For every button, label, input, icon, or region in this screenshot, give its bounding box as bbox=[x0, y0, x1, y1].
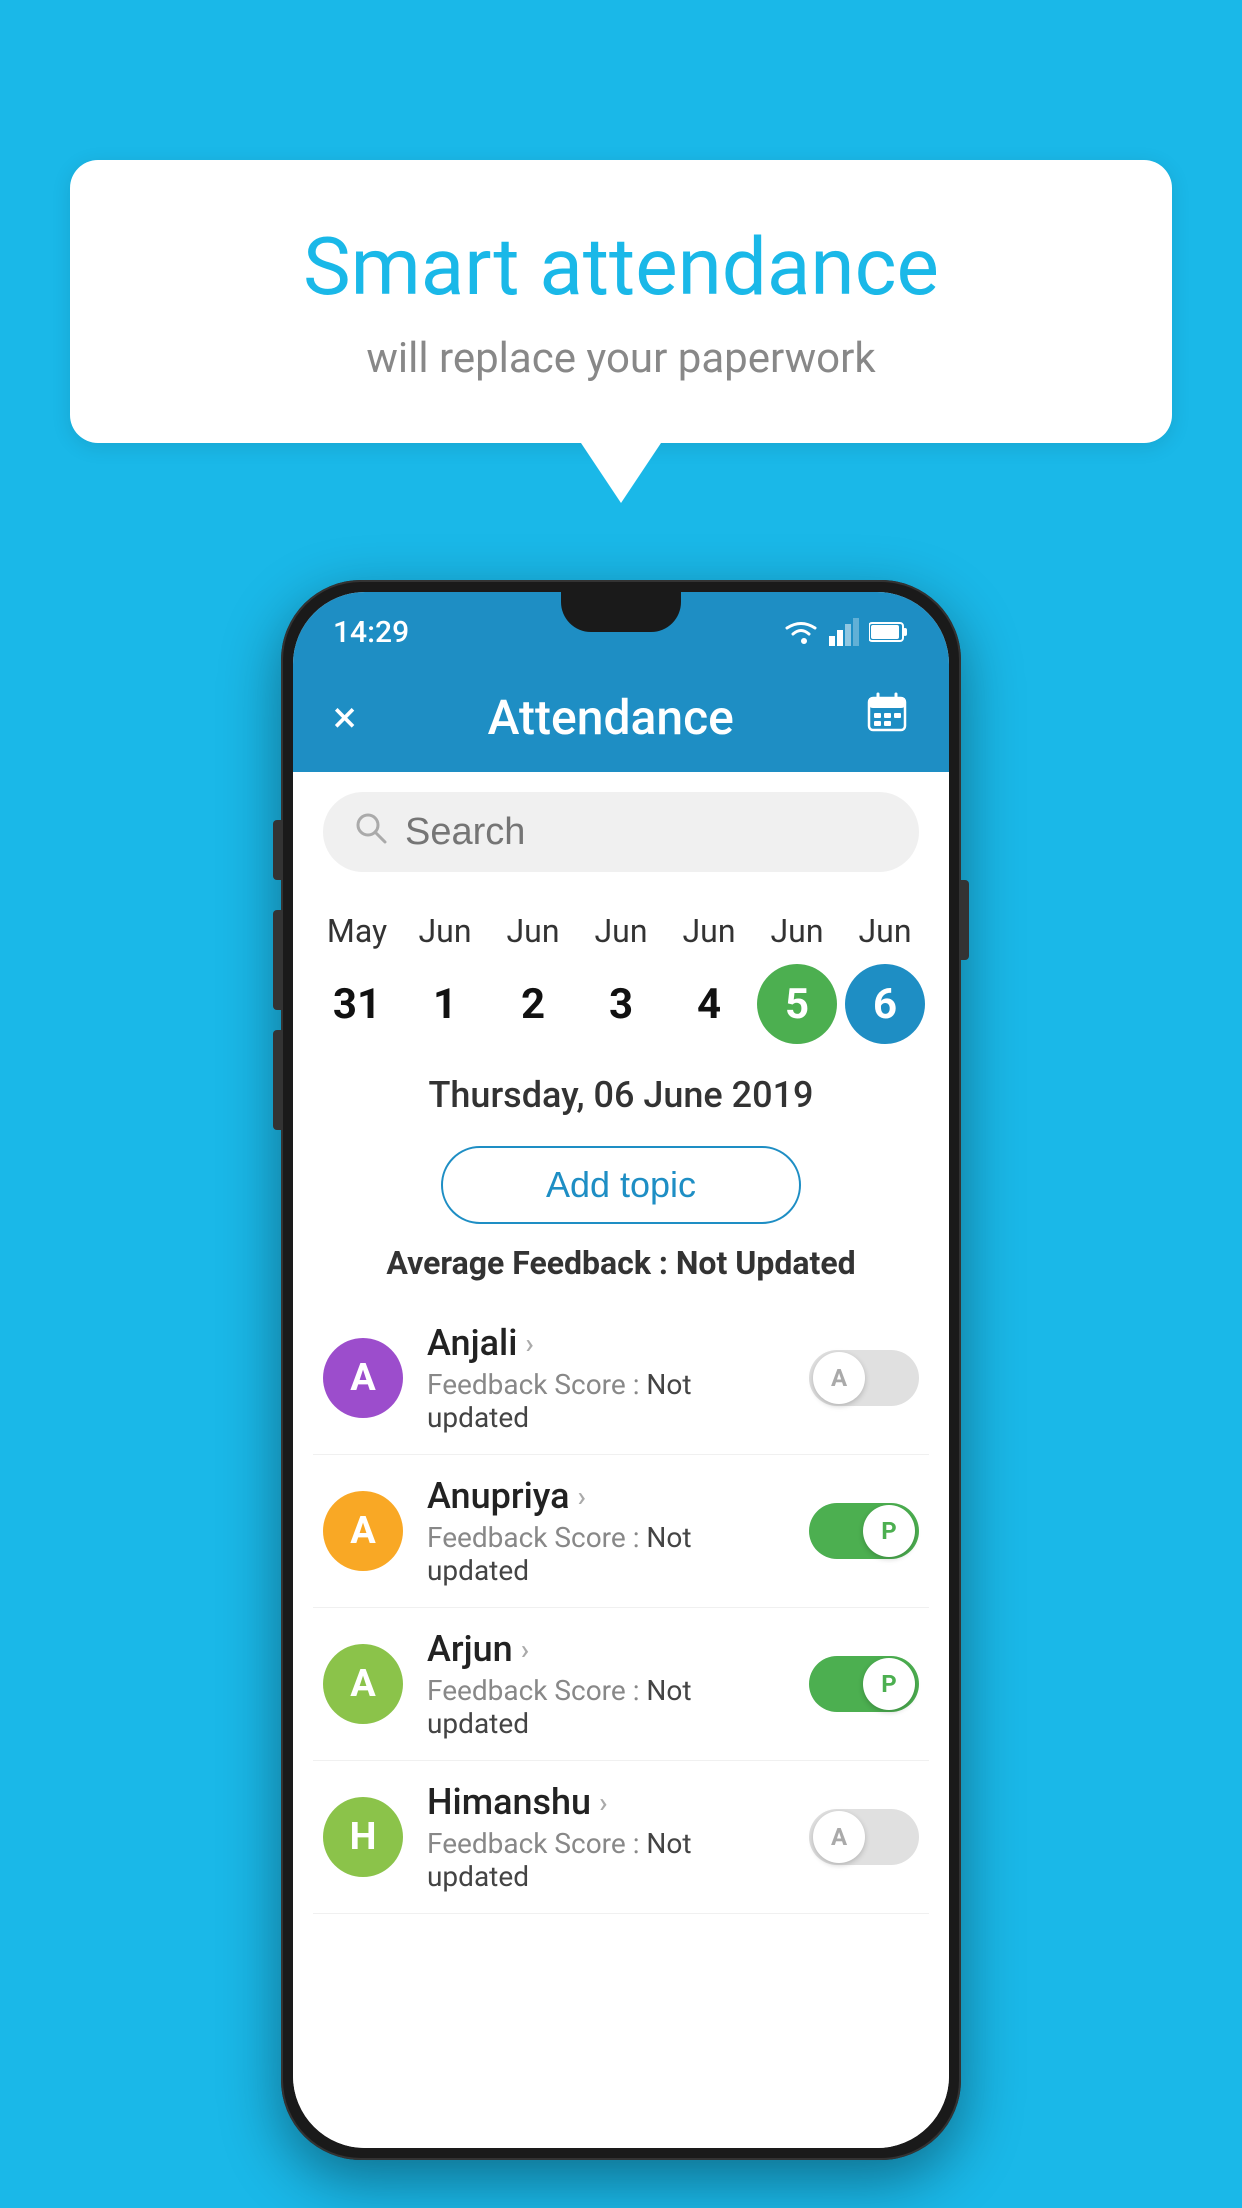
phone-mute-button bbox=[273, 820, 281, 880]
student-item[interactable]: A Anupriya ›Feedback Score : Not updated P bbox=[313, 1455, 929, 1608]
status-icons bbox=[783, 617, 909, 647]
student-avatar: A bbox=[323, 1491, 403, 1571]
cal-month-label: Jun bbox=[595, 912, 648, 950]
student-avatar: H bbox=[323, 1797, 403, 1877]
phone-mockup: 14:29 bbox=[281, 580, 961, 2160]
phone-volume-down-button bbox=[273, 1030, 281, 1130]
bubble-subtitle: will replace your paperwork bbox=[150, 334, 1092, 383]
search-bar[interactable] bbox=[323, 792, 919, 872]
chevron-icon: › bbox=[599, 1786, 607, 1819]
cal-date-label: 5 bbox=[757, 964, 837, 1044]
cal-date-label: 31 bbox=[317, 964, 397, 1044]
avg-feedback-value: Not Updated bbox=[676, 1244, 856, 1282]
student-name: Anjali › bbox=[427, 1322, 785, 1364]
avg-feedback-label: Average Feedback : bbox=[386, 1244, 668, 1282]
student-info: Anjali ›Feedback Score : Not updated bbox=[427, 1322, 785, 1434]
attendance-toggle[interactable]: A bbox=[809, 1350, 919, 1406]
student-info: Arjun ›Feedback Score : Not updated bbox=[427, 1628, 785, 1740]
cal-date-label: 3 bbox=[581, 964, 661, 1044]
toggle-thumb-label: P bbox=[863, 1658, 915, 1710]
add-topic-button[interactable]: Add topic bbox=[441, 1146, 801, 1224]
close-button[interactable]: × bbox=[333, 691, 356, 743]
student-avatar: A bbox=[323, 1644, 403, 1724]
student-feedback: Feedback Score : Not updated bbox=[427, 1674, 785, 1740]
search-icon bbox=[353, 810, 389, 855]
student-item[interactable]: A Anjali ›Feedback Score : Not updated A bbox=[313, 1302, 929, 1455]
cal-date-label: 6 bbox=[845, 964, 925, 1044]
selected-date-info: Thursday, 06 June 2019 bbox=[293, 1044, 949, 1126]
calendar-day[interactable]: Jun 2 bbox=[493, 912, 573, 1044]
cal-month-label: Jun bbox=[419, 912, 472, 950]
speech-bubble: Smart attendance will replace your paper… bbox=[70, 160, 1172, 443]
cal-date-label: 2 bbox=[493, 964, 573, 1044]
toggle-thumb-label: P bbox=[863, 1505, 915, 1557]
chevron-icon: › bbox=[578, 1480, 586, 1513]
cal-date-label: 4 bbox=[669, 964, 749, 1044]
student-list: AAnjali ›Feedback Score : Not updatedAAA… bbox=[293, 1302, 949, 1914]
search-input[interactable] bbox=[405, 811, 889, 854]
student-item[interactable]: A Arjun ›Feedback Score : Not updated P bbox=[313, 1608, 929, 1761]
chevron-icon: › bbox=[525, 1327, 533, 1360]
cal-month-label: May bbox=[327, 912, 387, 950]
cal-month-label: Jun bbox=[683, 912, 736, 950]
student-info: Himanshu ›Feedback Score : Not updated bbox=[427, 1781, 785, 1893]
calendar-day[interactable]: Jun 6 bbox=[845, 912, 925, 1044]
cal-month-label: Jun bbox=[507, 912, 560, 950]
student-feedback: Feedback Score : Not updated bbox=[427, 1368, 785, 1434]
toggle-thumb-label: A bbox=[813, 1811, 865, 1863]
calendar-day[interactable]: Jun 1 bbox=[405, 912, 485, 1044]
attendance-toggle[interactable]: P bbox=[809, 1656, 919, 1712]
phone-volume-up-button bbox=[273, 910, 281, 1010]
content-area: May 31 Jun 1 Jun 2 Jun 3 Jun 4 Jun 5 Jun 6 Thursday, … bbox=[293, 772, 949, 2148]
phone-screen: 14:29 bbox=[293, 592, 949, 2148]
speech-bubble-tail bbox=[581, 443, 661, 503]
student-avatar: A bbox=[323, 1338, 403, 1418]
app-bar: × Attendance bbox=[293, 662, 949, 772]
cal-date-label: 1 bbox=[405, 964, 485, 1044]
student-feedback: Feedback Score : Not updated bbox=[427, 1521, 785, 1587]
selected-date-text: Thursday, 06 June 2019 bbox=[313, 1074, 929, 1116]
app-bar-title: Attendance bbox=[488, 689, 734, 746]
attendance-toggle[interactable]: P bbox=[809, 1503, 919, 1559]
status-time: 14:29 bbox=[333, 615, 409, 650]
calendar-day[interactable]: Jun 5 bbox=[757, 912, 837, 1044]
calendar-strip: May 31 Jun 1 Jun 2 Jun 3 Jun 4 Jun 5 Jun 6 bbox=[293, 892, 949, 1044]
student-item[interactable]: H Himanshu ›Feedback Score : Not updated A bbox=[313, 1761, 929, 1914]
signal-icon bbox=[829, 618, 859, 646]
calendar-day[interactable]: May 31 bbox=[317, 912, 397, 1044]
bubble-title: Smart attendance bbox=[150, 220, 1092, 314]
cal-month-label: Jun bbox=[771, 912, 824, 950]
chevron-icon: › bbox=[521, 1633, 529, 1666]
calendar-icon-button[interactable] bbox=[865, 690, 909, 745]
student-name: Arjun › bbox=[427, 1628, 785, 1670]
student-name: Anupriya › bbox=[427, 1475, 785, 1517]
wifi-icon bbox=[783, 617, 819, 647]
attendance-toggle[interactable]: A bbox=[809, 1809, 919, 1865]
student-name: Himanshu › bbox=[427, 1781, 785, 1823]
phone-notch bbox=[561, 592, 681, 632]
phone-power-button bbox=[961, 880, 969, 960]
calendar-day[interactable]: Jun 3 bbox=[581, 912, 661, 1044]
student-feedback: Feedback Score : Not updated bbox=[427, 1827, 785, 1893]
student-info: Anupriya ›Feedback Score : Not updated bbox=[427, 1475, 785, 1587]
toggle-thumb-label: A bbox=[813, 1352, 865, 1404]
avg-feedback: Average Feedback : Not Updated bbox=[293, 1244, 949, 1282]
cal-month-label: Jun bbox=[859, 912, 912, 950]
battery-icon bbox=[869, 620, 909, 644]
phone-outer: 14:29 bbox=[281, 580, 961, 2160]
calendar-day[interactable]: Jun 4 bbox=[669, 912, 749, 1044]
speech-bubble-container: Smart attendance will replace your paper… bbox=[70, 160, 1172, 503]
